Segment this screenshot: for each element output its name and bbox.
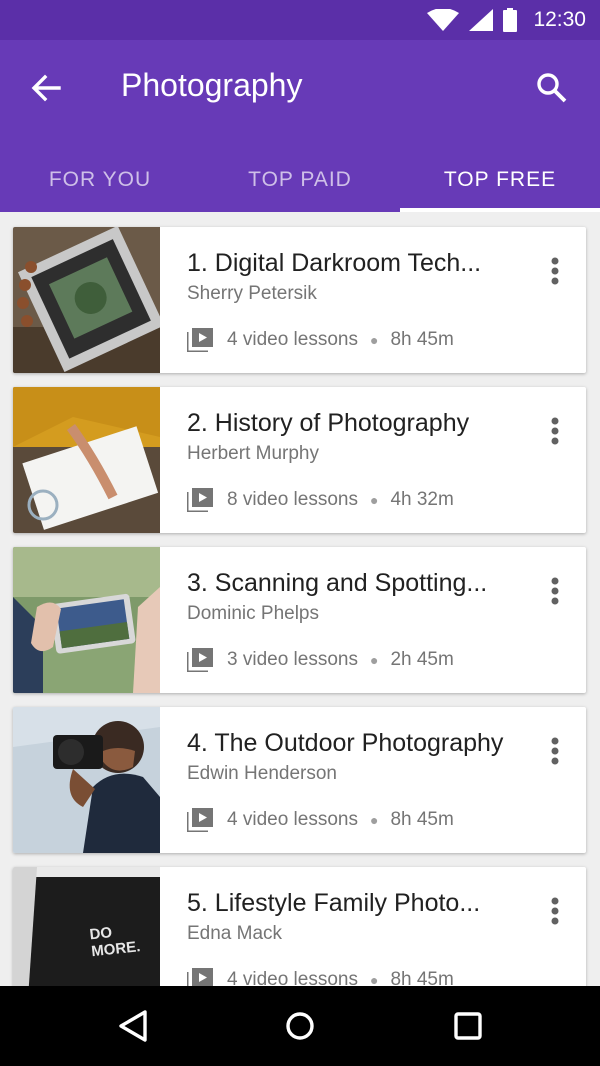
- course-meta: 4 video lessons ● 8h 45m: [187, 808, 454, 832]
- video-library-icon: [187, 488, 213, 512]
- more-vert-icon: [551, 417, 559, 445]
- nav-home-button[interactable]: [275, 1002, 325, 1050]
- course-card[interactable]: 1. Digital Darkroom Tech... Sherry Peter…: [13, 227, 586, 373]
- course-author: Sherry Petersik: [187, 283, 317, 304]
- tab-for-you[interactable]: FOR YOU: [0, 148, 200, 212]
- system-nav-bar: [0, 986, 600, 1066]
- triangle-back-icon: [119, 1010, 147, 1042]
- more-vert-icon: [551, 257, 559, 285]
- course-title: 3. Scanning and Spotting...: [187, 569, 488, 597]
- lesson-count: 3 video lessons: [227, 649, 358, 670]
- more-options-button[interactable]: [537, 407, 573, 455]
- course-duration: 8h 45m: [390, 969, 454, 986]
- more-options-button[interactable]: [537, 727, 573, 775]
- square-recents-icon: [454, 1012, 482, 1040]
- course-meta: 4 video lessons ● 8h 45m: [187, 968, 454, 986]
- course-meta: 8 video lessons ● 4h 32m: [187, 488, 454, 512]
- lesson-count: 8 video lessons: [227, 489, 358, 510]
- status-time: 12:30: [533, 8, 586, 31]
- course-duration: 2h 45m: [390, 649, 454, 670]
- separator-dot: ●: [369, 972, 379, 986]
- nav-recents-button[interactable]: [443, 1002, 493, 1050]
- more-vert-icon: [551, 897, 559, 925]
- status-bar: 12:30: [0, 0, 600, 40]
- course-author: Edwin Henderson: [187, 763, 337, 784]
- separator-dot: ●: [369, 332, 379, 348]
- video-library-icon: [187, 808, 213, 832]
- course-meta: 3 video lessons ● 2h 45m: [187, 648, 454, 672]
- search-button[interactable]: [528, 64, 576, 112]
- more-vert-icon: [551, 737, 559, 765]
- more-options-button[interactable]: [537, 567, 573, 615]
- page-title: Photography: [121, 67, 303, 103]
- video-library-icon: [187, 648, 213, 672]
- course-thumbnail: [13, 707, 160, 853]
- course-thumbnail: DO MORE.: [13, 867, 160, 986]
- nav-back-button[interactable]: [108, 1002, 158, 1050]
- tab-bar: FOR YOU TOP PAID TOP FREE: [0, 148, 600, 212]
- course-duration: 4h 32m: [390, 489, 454, 510]
- more-options-button[interactable]: [537, 887, 573, 935]
- more-options-button[interactable]: [537, 247, 573, 295]
- course-duration: 8h 45m: [390, 329, 454, 350]
- course-duration: 8h 45m: [390, 809, 454, 830]
- course-card[interactable]: 2. History of Photography Herbert Murphy…: [13, 387, 586, 533]
- course-author: Herbert Murphy: [187, 443, 319, 464]
- separator-dot: ●: [369, 812, 379, 828]
- search-icon: [537, 73, 567, 103]
- course-thumbnail: [13, 227, 160, 373]
- status-icons: 12:30: [427, 0, 586, 40]
- more-vert-icon: [551, 577, 559, 605]
- course-thumbnail: [13, 547, 160, 693]
- course-card[interactable]: DO MORE. 5. Lifestyle Family Photo... Ed…: [13, 867, 586, 986]
- separator-dot: ●: [369, 652, 379, 668]
- course-author: Edna Mack: [187, 923, 283, 944]
- course-thumbnail: [13, 387, 160, 533]
- lesson-count: 4 video lessons: [227, 809, 358, 830]
- course-title: 1. Digital Darkroom Tech...: [187, 249, 482, 277]
- course-title: 2. History of Photography: [187, 409, 470, 437]
- course-card[interactable]: 4. The Outdoor Photography Edwin Henders…: [13, 707, 586, 853]
- arrow-back-icon: [31, 74, 61, 102]
- course-list[interactable]: 1. Digital Darkroom Tech... Sherry Peter…: [0, 212, 600, 986]
- tab-top-free[interactable]: TOP FREE: [400, 148, 600, 212]
- back-button[interactable]: [22, 66, 70, 110]
- video-library-icon: [187, 968, 213, 986]
- signal-icon: [469, 9, 494, 31]
- course-author: Dominic Phelps: [187, 603, 319, 624]
- lesson-count: 4 video lessons: [227, 969, 358, 986]
- wifi-icon: [427, 9, 460, 31]
- course-meta: 4 video lessons ● 8h 45m: [187, 328, 454, 352]
- tab-top-paid[interactable]: TOP PAID: [200, 148, 400, 212]
- circle-home-icon: [286, 1012, 314, 1040]
- app-bar: Photography FOR YOU TOP PAID TOP FREE: [0, 40, 600, 212]
- course-title: 4. The Outdoor Photography: [187, 729, 504, 757]
- course-title: 5. Lifestyle Family Photo...: [187, 889, 481, 917]
- course-card[interactable]: 3. Scanning and Spotting... Dominic Phel…: [13, 547, 586, 693]
- video-library-icon: [187, 328, 213, 352]
- lesson-count: 4 video lessons: [227, 329, 358, 350]
- battery-icon: [503, 8, 518, 32]
- separator-dot: ●: [369, 492, 379, 508]
